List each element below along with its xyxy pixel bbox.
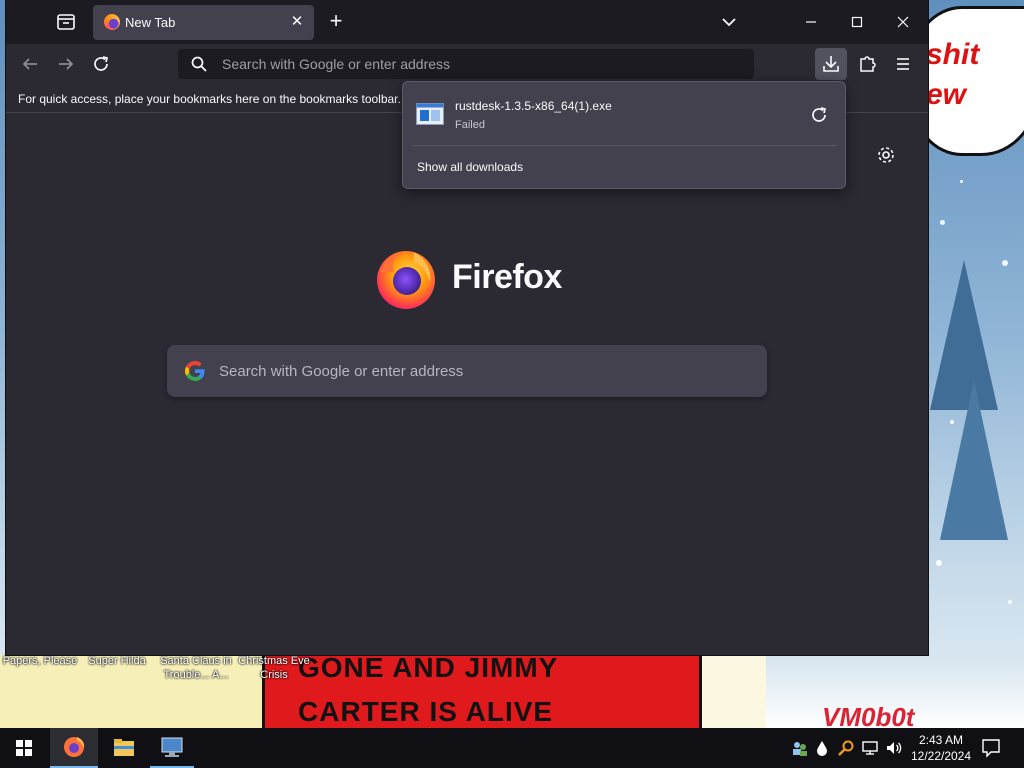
gear-icon xyxy=(878,147,894,163)
bubble-text-line-1: shit xyxy=(926,38,980,71)
tab-new-tab[interactable]: New Tab ✕ xyxy=(93,5,314,40)
volume-icon[interactable] xyxy=(884,738,904,758)
content-search-input[interactable] xyxy=(219,345,749,397)
reload-icon xyxy=(94,56,109,71)
forward-button[interactable] xyxy=(52,52,80,76)
clock-date: 12/22/2024 xyxy=(910,749,972,763)
taskbar-firefox-button[interactable] xyxy=(50,728,98,768)
titlebar: New Tab ✕ + xyxy=(6,0,928,44)
maximize-icon xyxy=(851,16,863,27)
bookmarks-hint-text: For quick access, place your bookmarks h… xyxy=(18,92,415,106)
firefox-icon xyxy=(64,737,85,757)
new-tab-button[interactable]: + xyxy=(324,10,348,34)
minimize-button[interactable] xyxy=(788,0,834,44)
back-arrow-icon xyxy=(22,58,37,70)
show-all-downloads-button[interactable]: Show all downloads xyxy=(417,160,523,174)
close-icon: ✕ xyxy=(290,13,304,30)
comic-text-line-1: GONE AND JIMMY xyxy=(298,652,559,683)
taskbar-remote-desktop-button[interactable] xyxy=(150,728,194,768)
taskbar-clock[interactable]: 2:43 AM 12/22/2024 xyxy=(908,732,974,764)
close-icon xyxy=(897,16,909,28)
retry-icon xyxy=(812,107,827,122)
download-item[interactable]: rustdesk-1.3.5-x86_64(1).exe Failed xyxy=(407,86,841,142)
firefox-view-button[interactable] xyxy=(54,10,78,34)
download-filename: rustdesk-1.3.5-x86_64(1).exe xyxy=(455,99,612,113)
download-icon xyxy=(823,56,839,72)
extensions-button[interactable] xyxy=(853,50,881,78)
panel-separator xyxy=(413,145,837,146)
content-search-box[interactable] xyxy=(167,345,767,397)
app-menu-button[interactable] xyxy=(889,50,917,78)
puzzle-piece-icon xyxy=(860,56,876,72)
desktop-icon-christmas-eve-crisis[interactable]: Christmas Eve Crisis xyxy=(236,654,312,682)
desktop-icon-super-hilda[interactable]: Super Hilda xyxy=(82,654,152,668)
plus-icon: + xyxy=(329,8,343,33)
taskbar-file-explorer-button[interactable] xyxy=(100,728,148,768)
maximize-button[interactable] xyxy=(834,0,880,44)
address-input[interactable] xyxy=(222,49,742,79)
desktop-icon-santa-claus[interactable]: Santa Claus in Trouble... A... xyxy=(154,654,238,682)
start-button[interactable] xyxy=(0,728,48,768)
clock-time: 2:43 AM xyxy=(918,733,964,747)
downloads-button[interactable] xyxy=(815,48,847,80)
address-bar[interactable] xyxy=(178,49,754,79)
tab-title: New Tab xyxy=(125,15,176,30)
google-icon xyxy=(185,361,205,381)
taskbar: 2:43 AM 12/22/2024 xyxy=(0,728,1024,768)
remote-desktop-icon xyxy=(161,737,183,757)
water-drop-icon[interactable] xyxy=(812,738,832,758)
desktop-icon-papers-please[interactable]: Papers, Please xyxy=(0,654,80,668)
reload-button[interactable] xyxy=(88,52,116,76)
customize-button[interactable] xyxy=(875,144,897,166)
chevron-down-icon xyxy=(722,18,736,27)
installer-file-icon xyxy=(416,103,444,125)
start-icon xyxy=(16,740,32,756)
forward-arrow-icon xyxy=(59,58,74,70)
firefox-wordmark: Firefox xyxy=(452,258,562,296)
hamburger-menu-icon xyxy=(897,58,909,70)
minimize-icon xyxy=(806,21,816,23)
search-icon xyxy=(191,56,207,72)
search-key-icon[interactable] xyxy=(836,738,856,758)
firefox-icon xyxy=(104,14,120,30)
close-tab-button[interactable]: ✕ xyxy=(289,14,305,30)
bubble-text-line-2: ew xyxy=(926,78,967,111)
network-people-icon[interactable] xyxy=(790,738,810,758)
firefox-view-icon xyxy=(57,14,75,30)
close-window-button[interactable] xyxy=(880,0,926,44)
comic-text-line-2: CARTER IS ALIVE xyxy=(298,696,554,727)
retry-download-button[interactable] xyxy=(807,103,831,127)
navigation-toolbar xyxy=(6,44,928,84)
file-explorer-icon xyxy=(114,739,134,756)
download-status: Failed xyxy=(455,119,485,131)
notification-center-icon[interactable] xyxy=(978,736,1004,760)
downloads-panel: rustdesk-1.3.5-x86_64(1).exe Failed Show… xyxy=(402,81,846,189)
back-button[interactable] xyxy=(16,52,44,76)
network-icon[interactable] xyxy=(860,738,880,758)
firefox-logo-icon xyxy=(377,251,435,309)
artist-signature: VM0b0t xyxy=(822,702,915,728)
new-tab-page: Firefox xyxy=(6,113,928,655)
list-all-tabs-button[interactable] xyxy=(718,11,740,33)
